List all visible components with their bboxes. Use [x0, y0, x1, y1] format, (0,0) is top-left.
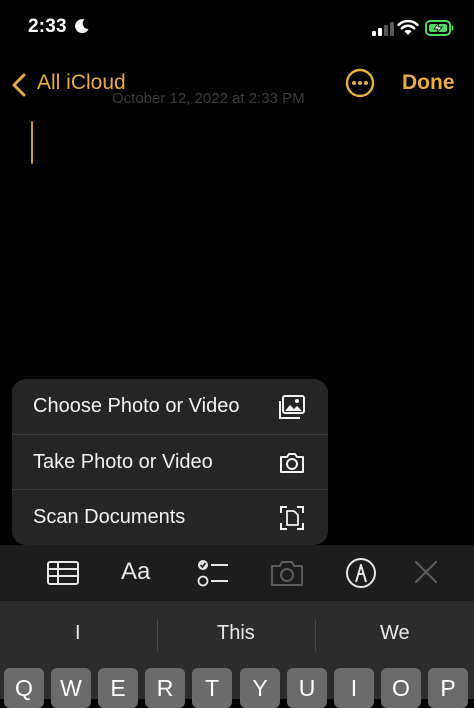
text-cursor[interactable] [31, 121, 33, 164]
choose-photo-or-video-item[interactable]: Choose Photo or Video [12, 379, 328, 434]
menu-item-label: Take Photo or Video [33, 451, 213, 473]
key-r[interactable]: R [145, 668, 185, 708]
key-o[interactable]: O [381, 668, 421, 708]
ellipsis-circle-icon[interactable] [345, 68, 375, 98]
key-w[interactable]: W [51, 668, 91, 708]
key-p[interactable]: P [428, 668, 468, 708]
status-time: 2:33 [28, 16, 67, 37]
key-i[interactable]: I [334, 668, 374, 708]
key-u[interactable]: U [287, 668, 327, 708]
suggestion-3[interactable]: We [380, 622, 410, 645]
wifi-icon [397, 19, 419, 35]
checklist-icon[interactable] [196, 557, 230, 589]
menu-item-label: Scan Documents [33, 506, 186, 528]
battery-charging-icon [425, 20, 454, 36]
scan-documents-item[interactable]: Scan Documents [12, 490, 328, 545]
key-e[interactable]: E [98, 668, 138, 708]
markup-pen-icon[interactable] [344, 557, 378, 589]
close-icon[interactable] [409, 557, 443, 589]
note-date: October 12, 2022 at 2:33 PM [112, 90, 305, 107]
camera-icon[interactable] [270, 557, 304, 589]
back-chevron-icon[interactable] [10, 72, 28, 98]
document-scan-icon [280, 506, 304, 530]
suggestion-1[interactable]: I [75, 622, 81, 645]
attachment-menu: Choose Photo or Video Take Photo or Vide… [12, 379, 328, 545]
camera-icon [280, 453, 304, 473]
table-icon[interactable] [46, 557, 80, 589]
key-y[interactable]: Y [240, 668, 280, 708]
cellular-signal-icon [372, 22, 394, 36]
menu-item-label: Choose Photo or Video [33, 395, 240, 417]
key-t[interactable]: T [192, 668, 232, 708]
done-button[interactable]: Done [402, 71, 455, 95]
photo-library-icon [279, 395, 305, 419]
moon-icon [75, 19, 89, 34]
take-photo-or-video-item[interactable]: Take Photo or Video [12, 435, 328, 490]
keyboard: I This We Q W E R T Y U I O P [0, 601, 474, 708]
suggestion-2[interactable]: This [217, 622, 255, 645]
text-format-button[interactable]: Aa [121, 558, 150, 586]
formatting-toolbar: Aa [0, 545, 474, 601]
key-q[interactable]: Q [4, 668, 44, 708]
